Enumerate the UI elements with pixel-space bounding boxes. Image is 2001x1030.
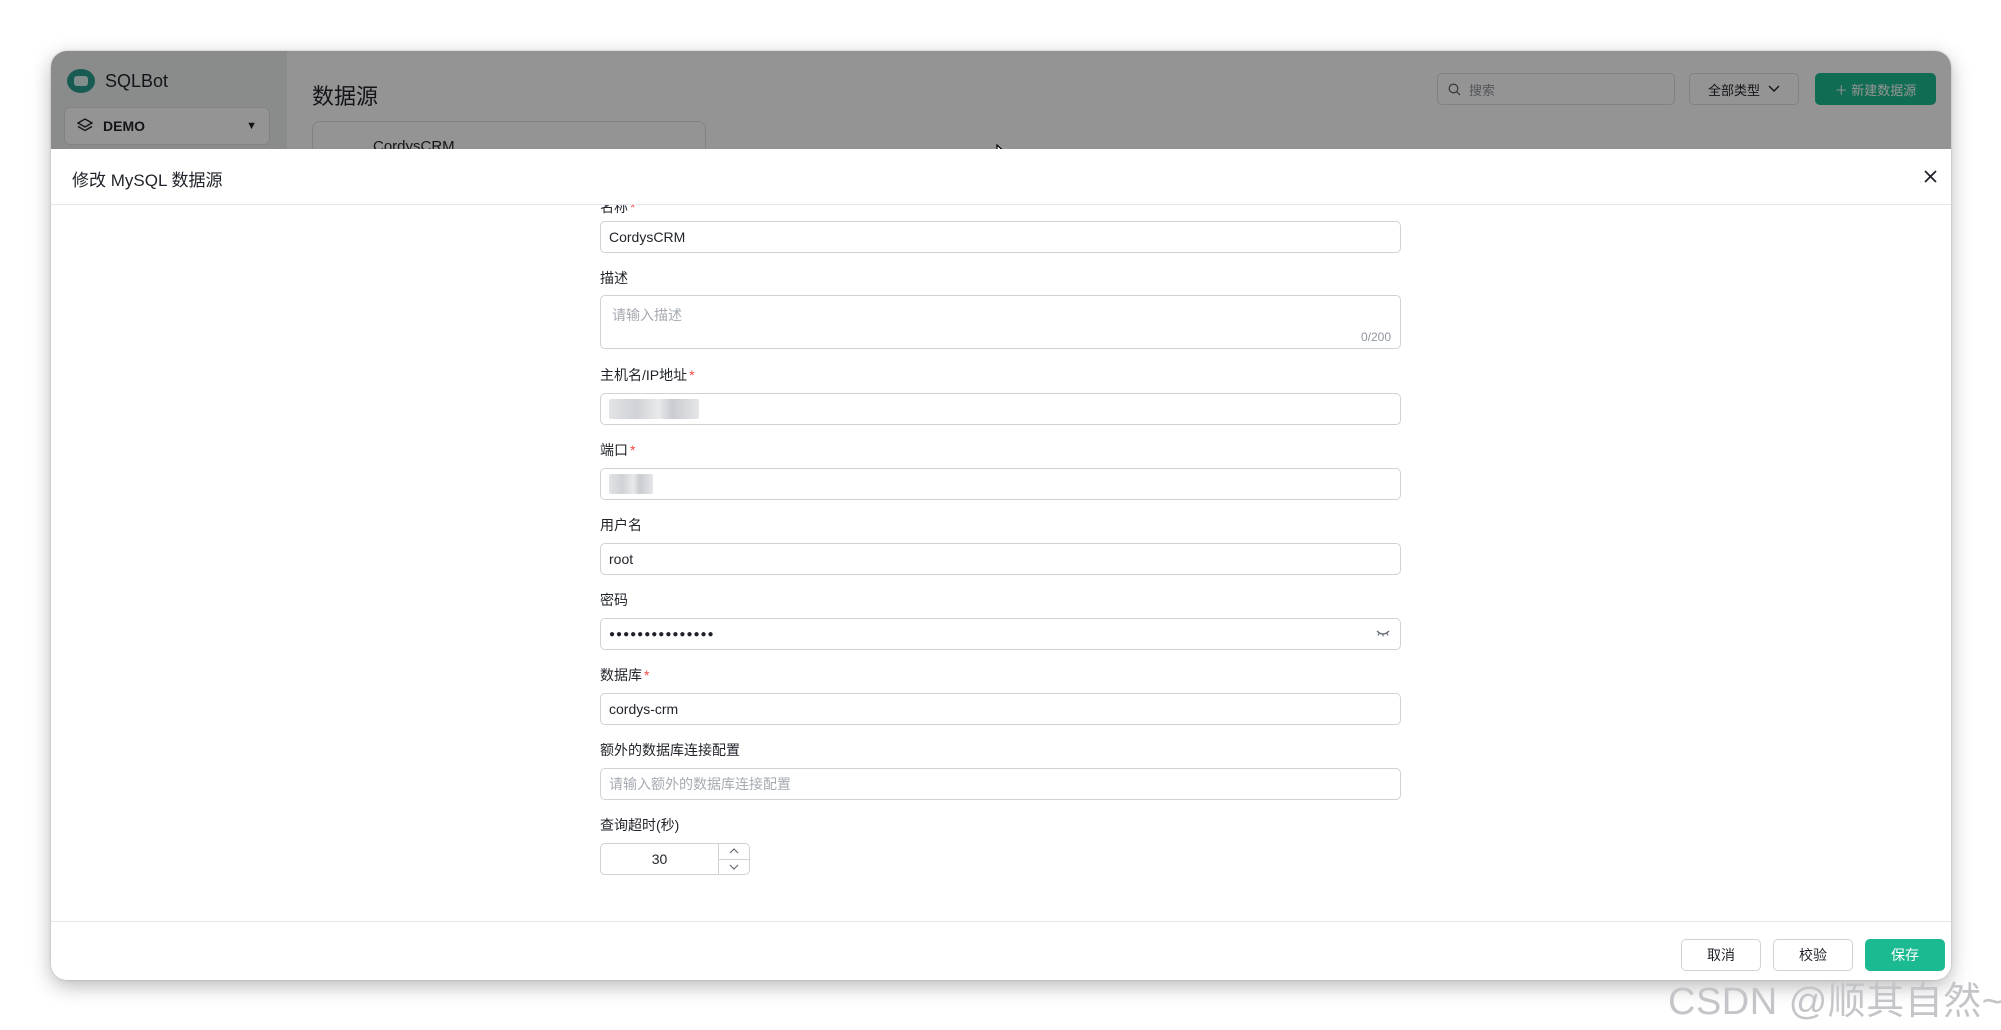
port-label: 端口 * <box>600 442 636 458</box>
cancel-button[interactable]: 取消 <box>1681 939 1761 971</box>
chevron-up-icon <box>729 848 739 854</box>
name-input[interactable]: CordysCRM <box>600 221 1401 253</box>
extra-config-input[interactable]: 请输入额外的数据库连接配置 <box>600 768 1401 800</box>
close-button[interactable] <box>1919 165 1941 187</box>
app-window: SQLBot DEMO ▼ 数据源 搜索 全部类型 ＋ 新建数据源 Cordys… <box>51 51 1951 980</box>
timeout-stepper[interactable]: 30 <box>600 843 750 875</box>
username-input[interactable]: root <box>600 543 1401 575</box>
username-label: 用户名 <box>600 517 642 533</box>
save-button[interactable]: 保存 <box>1865 939 1945 971</box>
timeout-value[interactable]: 30 <box>601 844 718 874</box>
edit-datasource-drawer: 修改 MySQL 数据源 名称 * CordysCRM 描述 请输入描述 0/2… <box>51 149 1951 980</box>
description-textarea[interactable]: 请输入描述 0/200 <box>600 295 1401 349</box>
username-value: root <box>609 551 634 567</box>
host-label: 主机名/IP地址 * <box>600 367 695 383</box>
eye-closed-icon[interactable] <box>1376 628 1390 638</box>
description-placeholder: 请输入描述 <box>612 307 682 323</box>
decrement-button[interactable] <box>719 858 749 875</box>
drawer-header: 修改 MySQL 数据源 <box>51 149 1951 205</box>
database-input[interactable]: cordys-crm <box>600 693 1401 725</box>
description-counter: 0/200 <box>1360 330 1391 344</box>
host-redacted <box>609 399 699 419</box>
password-value: ●●●●●●●●●●●●●●● <box>609 628 715 640</box>
drawer-title: 修改 MySQL 数据源 <box>72 171 223 190</box>
datasource-form: 名称* CordysCRM 描述 请输入描述 0/200 主机名/IP地址* <box>600 205 1401 875</box>
port-input[interactable] <box>600 468 1401 500</box>
host-input[interactable] <box>600 393 1401 425</box>
database-value: cordys-crm <box>609 701 679 717</box>
name-label: 名称 * <box>600 205 636 215</box>
drawer-footer: 取消 校验 保存 <box>51 921 1951 980</box>
stepper-controls <box>718 844 749 874</box>
close-icon <box>1923 169 1937 183</box>
form-scroll-area[interactable]: 名称* CordysCRM 描述 请输入描述 0/200 主机名/IP地址* <box>51 205 1951 921</box>
database-label: 数据库 * <box>600 667 650 683</box>
password-label: 密码 <box>600 592 628 608</box>
increment-button[interactable] <box>719 844 749 859</box>
name-value: CordysCRM <box>609 229 686 245</box>
extra-config-placeholder: 请输入额外的数据库连接配置 <box>609 776 791 792</box>
validate-button[interactable]: 校验 <box>1773 939 1853 971</box>
watermark: CSDN @顺其自然~ <box>1668 981 2001 1023</box>
chevron-down-icon <box>729 864 739 870</box>
description-label: 描述 <box>600 270 628 286</box>
extra-config-label: 额外的数据库连接配置 <box>600 742 740 758</box>
port-redacted <box>609 474 653 494</box>
password-input[interactable]: ●●●●●●●●●●●●●●● <box>600 618 1401 650</box>
timeout-label: 查询超时(秒) <box>600 817 680 833</box>
